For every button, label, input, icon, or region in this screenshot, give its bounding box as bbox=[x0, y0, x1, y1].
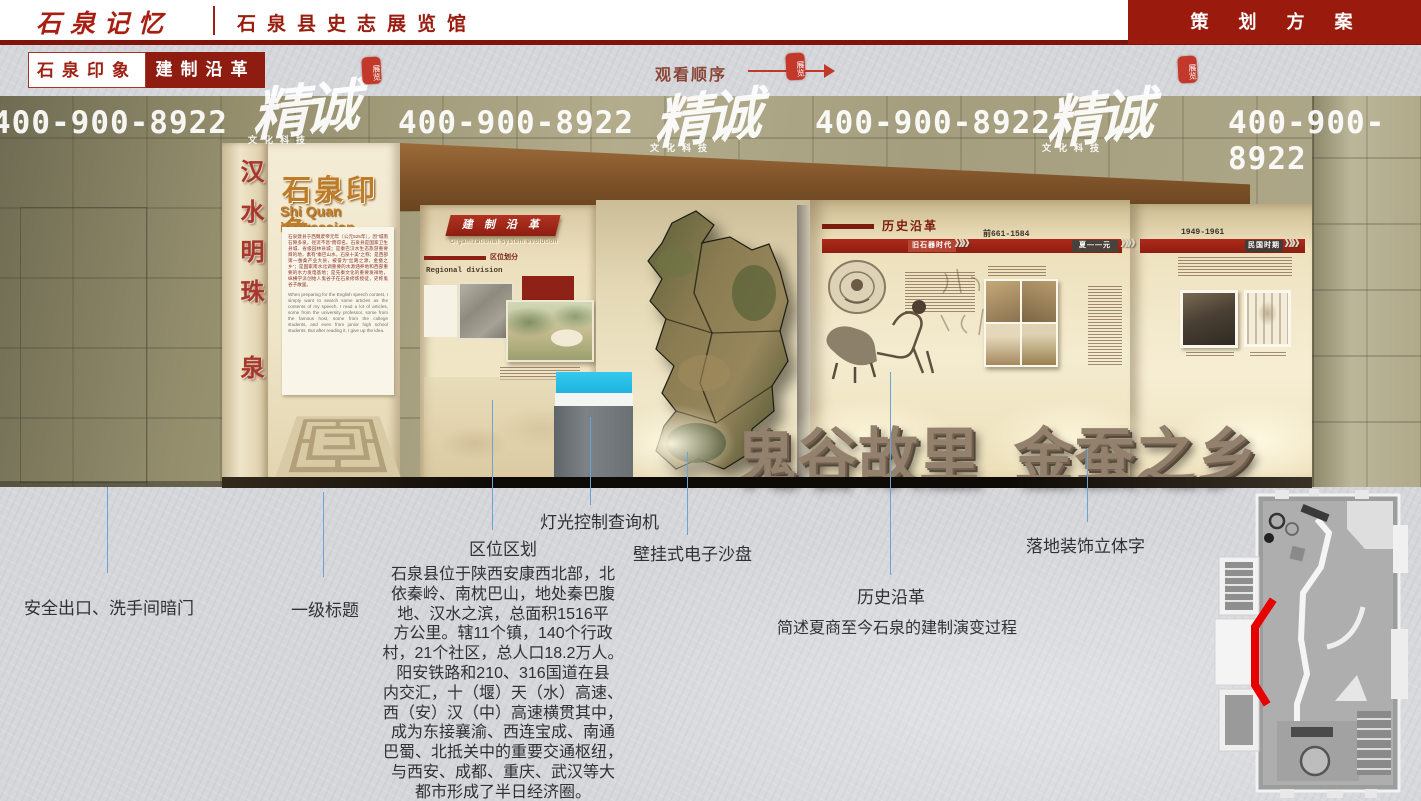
era-paleolithic: 旧石器时代 bbox=[908, 240, 956, 252]
annotation-heading: 一级标题 bbox=[291, 596, 359, 621]
pillar-text-top: 汉水明珠 bbox=[232, 159, 267, 319]
jianzhi-painting bbox=[506, 300, 594, 362]
history-section-rule bbox=[822, 224, 874, 229]
history-textblock-right bbox=[1088, 286, 1122, 366]
era-xia-yuan: 夏——元 bbox=[1072, 240, 1118, 252]
logo: 石泉记忆 bbox=[36, 4, 206, 36]
leader-line-kiosk bbox=[590, 417, 591, 505]
timeline-date-1: 前661-1584 bbox=[983, 228, 1029, 239]
kiosk-pedestal bbox=[554, 406, 633, 483]
photo bbox=[1022, 324, 1056, 365]
leader-line-heading bbox=[323, 492, 324, 577]
impression-en-text: When preparing for the English speech co… bbox=[288, 292, 388, 334]
tab-shiquan-impression[interactable]: 石泉印象 bbox=[28, 52, 146, 88]
annotation-history: 历史沿革 bbox=[857, 583, 925, 608]
arrow-head-icon bbox=[824, 64, 835, 78]
page-title: 石泉县史志展览馆 bbox=[237, 9, 477, 36]
header-divider bbox=[213, 6, 215, 35]
floor-shadow-left bbox=[0, 481, 222, 487]
history-section-label: 历史沿革 bbox=[882, 217, 938, 234]
stone-wall-right bbox=[1312, 96, 1421, 487]
section-rule bbox=[424, 256, 486, 260]
history-textblock bbox=[905, 272, 975, 314]
timeline-date-2: 1949-1961 bbox=[1181, 228, 1224, 237]
leader-line-history bbox=[890, 372, 891, 575]
annotation-history-sub: 简述夏商至今石泉的建制演变过程 bbox=[777, 614, 1017, 638]
photo bbox=[986, 324, 1020, 365]
leader-line-region bbox=[492, 400, 493, 530]
photo bbox=[1022, 281, 1056, 322]
page: 汉水明珠 石上清泉 石泉印象 Shi Quan impression 石泉建县于… bbox=[0, 0, 1421, 801]
jianzhi-section-en: Regional division bbox=[426, 267, 503, 275]
jianzhi-section-label: 区位划分 bbox=[490, 252, 518, 262]
view-order-label: 观看顺序 bbox=[655, 61, 727, 85]
impression-panel: 石泉印象 Shi Quan impression 石泉建县于西魏废帝元年（公元5… bbox=[268, 143, 400, 487]
kiosk-screen bbox=[556, 372, 632, 393]
impression-cn-text: 石泉建县于西魏废帝元年（公元525年），因“城南石隙多泉，径流不息”而得名。石泉… bbox=[288, 234, 388, 288]
red-seal-icon: 展览 bbox=[361, 57, 381, 85]
red-seal-icon: 展览 bbox=[1177, 56, 1197, 84]
tab-jianzhi-yange[interactable]: 建制沿革 bbox=[146, 52, 265, 88]
annotation-region: 区位区划 石泉县位于陕西安康西北部，北 依秦岭、南枕巴山，地处秦巴腹 地、汉水之… bbox=[378, 535, 628, 801]
chevron-icon: »» bbox=[1284, 230, 1297, 255]
annotation-letters: 落地装饰立体字 bbox=[1026, 532, 1145, 557]
leader-line-exit bbox=[107, 487, 108, 573]
plan-label: 策划方案 bbox=[1128, 0, 1421, 44]
chevron-icon: »» bbox=[954, 230, 967, 255]
photo-caption bbox=[1250, 352, 1286, 356]
era-minguo: 民国时期 bbox=[1245, 240, 1283, 252]
kiosk-strip bbox=[555, 393, 633, 406]
photo-caption bbox=[1186, 352, 1234, 356]
floorplan-thumbnail bbox=[1205, 489, 1410, 799]
impression-text-plate: 石泉建县于西魏废帝元年（公元525年），因“城南石隙多泉，径流不息”而得名。石泉… bbox=[282, 227, 394, 395]
leader-line-sandtable bbox=[687, 452, 688, 535]
left-pillar: 汉水明珠 石上清泉 bbox=[222, 143, 268, 487]
red-seal-icon: 展览 bbox=[785, 53, 805, 81]
minguo-photo-church bbox=[1244, 290, 1291, 347]
annotation-sandtable: 壁挂式电子沙盘 bbox=[633, 540, 752, 565]
jianzhi-plaque: 建 制 沿 革 bbox=[445, 215, 560, 236]
jianzhi-subtitle: Organizational system evolution bbox=[450, 239, 558, 245]
chevron-icon: »» bbox=[1120, 230, 1133, 255]
jianzhi-textbox bbox=[424, 285, 457, 337]
floor-shadow bbox=[222, 477, 1312, 488]
minguo-photo-meeting bbox=[1180, 290, 1238, 348]
hidden-door-outline bbox=[20, 207, 147, 483]
photo bbox=[986, 281, 1020, 322]
annotation-region-body: 石泉县位于陕西安康西北部，北 依秦岭、南枕巴山，地处秦巴腹 地、汉水之滨，总面积… bbox=[378, 565, 628, 801]
minguo-textblock bbox=[1178, 257, 1292, 277]
annotation-region-title: 区位区划 bbox=[378, 535, 628, 560]
relief-maze-decoration bbox=[275, 416, 401, 478]
annotation-exit: 安全出口、洗手间暗门 bbox=[24, 594, 194, 619]
annotation-kiosk: 灯光控制查询机 bbox=[540, 508, 659, 533]
photo-grid bbox=[984, 279, 1058, 367]
leader-line-letters bbox=[1087, 448, 1088, 522]
photo-grid-caption bbox=[988, 266, 1046, 277]
